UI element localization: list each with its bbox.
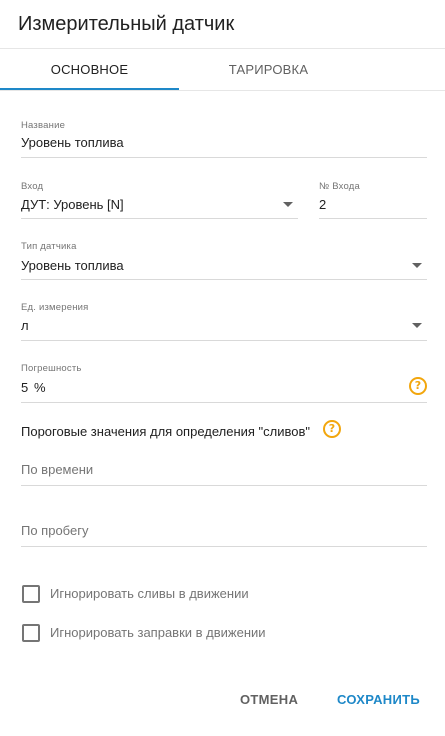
help-icon[interactable]: ? (409, 377, 427, 395)
chevron-down-icon[interactable] (412, 323, 422, 328)
error-label: Погрешность (21, 363, 82, 374)
name-underline (21, 157, 427, 158)
cancel-button[interactable]: ОТМЕНА (240, 690, 298, 710)
dialog-title: Измерительный датчик (18, 13, 235, 35)
ignore-drains-checkbox[interactable] (22, 585, 40, 603)
error-value[interactable]: 5 (21, 380, 28, 395)
thresholds-title: Пороговые значения для определения "слив… (21, 424, 311, 439)
error-unit: % (34, 380, 46, 395)
by-time-underline (21, 485, 427, 486)
unit-label: Ед. измерения (21, 302, 89, 313)
input-underline (21, 218, 298, 219)
ignore-refuels-checkbox-row[interactable]: Игнорировать заправки в движении (22, 624, 322, 642)
by-time-placeholder: По времени (21, 462, 94, 477)
sensor-type-label: Тип датчика (21, 241, 77, 252)
unit-value: л (21, 318, 29, 333)
name-field[interactable]: Название Уровень топлива (21, 120, 427, 158)
by-mileage-input[interactable]: По пробегу (21, 523, 427, 547)
error-field[interactable]: Погрешность 5 % ? (21, 363, 427, 403)
by-mileage-underline (21, 546, 427, 547)
input-label: Вход (21, 181, 44, 192)
by-mileage-placeholder: По пробегу (21, 523, 89, 538)
input-number-value[interactable]: 2 (319, 197, 326, 212)
error-underline (21, 402, 427, 403)
name-label: Название (21, 120, 66, 131)
help-icon[interactable]: ? (323, 420, 341, 438)
ignore-drains-label[interactable]: Игнорировать сливы в движении (50, 586, 249, 601)
tab-main[interactable]: ОСНОВНОЕ (0, 49, 179, 91)
chevron-down-icon[interactable] (412, 263, 422, 268)
input-number-field[interactable]: № Входа 2 (319, 181, 427, 219)
save-button[interactable]: СОХРАНИТЬ (337, 690, 420, 710)
name-input[interactable]: Уровень топлива (21, 135, 124, 150)
input-number-label: № Входа (319, 181, 361, 192)
input-value: ДУТ: Уровень [N] (21, 197, 124, 212)
input-select[interactable]: Вход ДУТ: Уровень [N] (21, 181, 298, 219)
sensor-type-value: Уровень топлива (21, 258, 124, 273)
tab-bar: ОСНОВНОЕ ТАРИРОВКА (0, 49, 445, 91)
input-number-underline (319, 218, 427, 219)
sensor-type-select[interactable]: Тип датчика Уровень топлива (21, 241, 427, 280)
tabs-divider (0, 90, 445, 91)
unit-underline (21, 340, 427, 341)
ignore-drains-checkbox-row[interactable]: Игнорировать сливы в движении (22, 585, 322, 603)
ignore-refuels-checkbox[interactable] (22, 624, 40, 642)
sensor-dialog: Измерительный датчик ОСНОВНОЕ ТАРИРОВКА … (0, 0, 445, 736)
sensor-type-underline (21, 279, 427, 280)
tab-calibration[interactable]: ТАРИРОВКА (179, 49, 358, 91)
chevron-down-icon[interactable] (283, 202, 293, 207)
unit-select[interactable]: Ед. измерения л (21, 302, 427, 341)
by-time-input[interactable]: По времени (21, 462, 427, 486)
ignore-refuels-label[interactable]: Игнорировать заправки в движении (50, 625, 266, 640)
